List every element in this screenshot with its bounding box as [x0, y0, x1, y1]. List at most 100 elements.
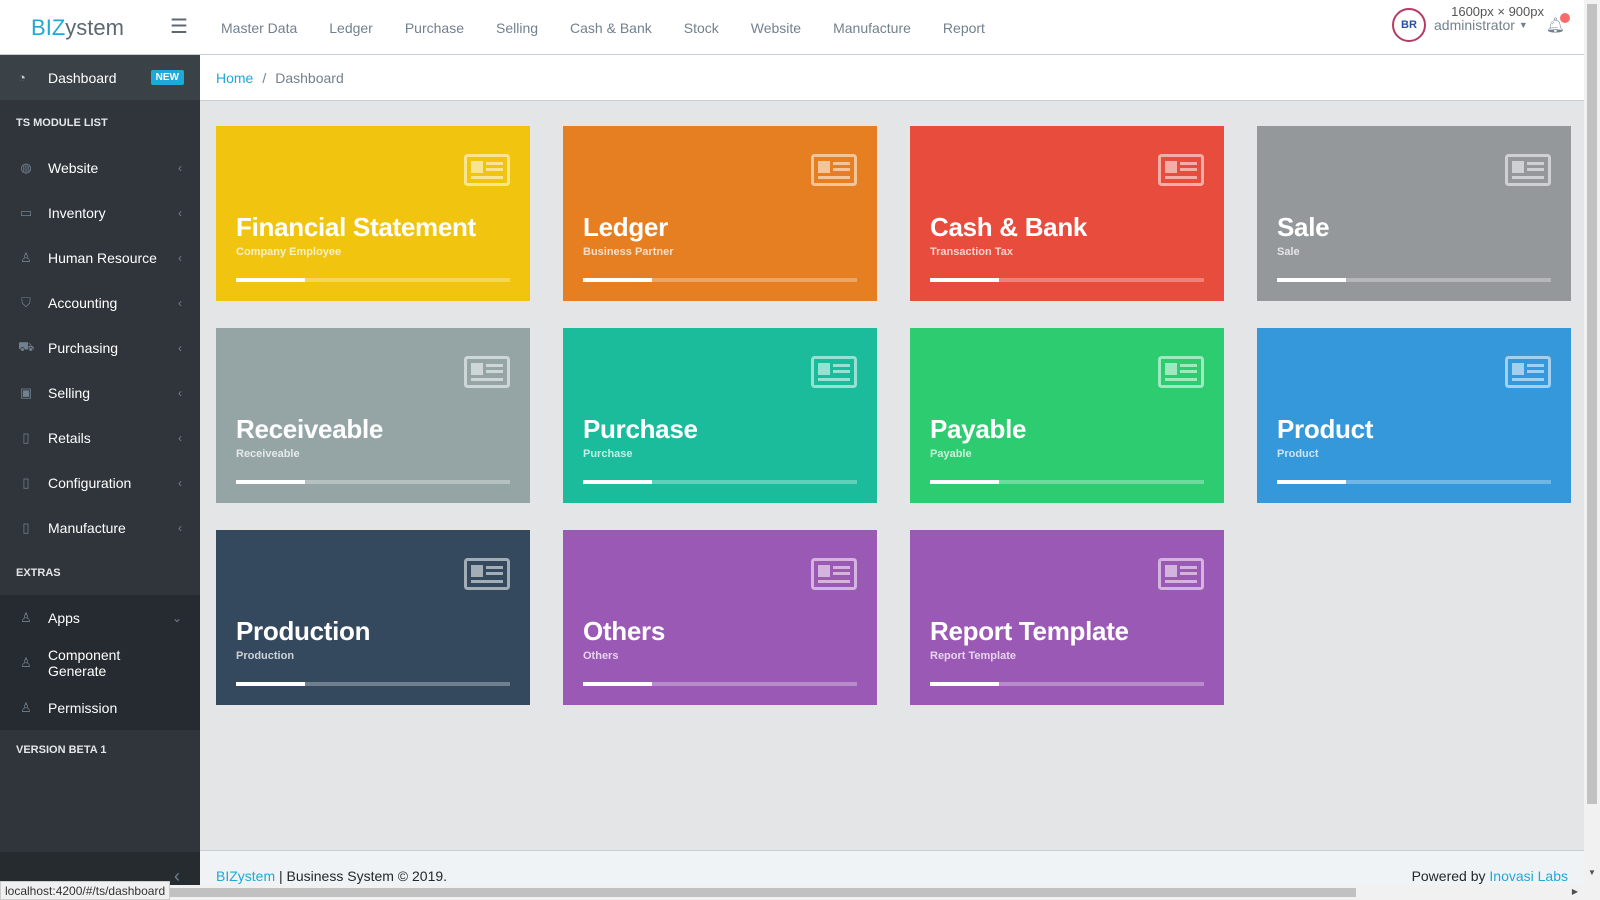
card-subtitle: Sale — [1277, 246, 1300, 258]
sidebar-item-purchasing[interactable]: ⛟ Purchasing ‹ — [0, 325, 200, 370]
credit-card-icon: ▣ — [19, 384, 33, 400]
breadcrumb: Home / Dashboard — [200, 55, 1584, 101]
module-list: ◍ Website ‹ ▭ Inventory ‹ ♙ Human Resource ‹ ⛉ Acc… — [0, 145, 200, 550]
powered-by-label: Powered by — [1411, 868, 1490, 884]
progress-bar — [236, 278, 510, 282]
chevron-left-icon: ‹ — [178, 205, 182, 220]
vertical-scrollbar-thumb[interactable] — [1587, 4, 1597, 804]
topnav-link-report[interactable]: Report — [927, 20, 1001, 36]
card-title: Report Template — [930, 616, 1129, 646]
footer-right: Powered by Inovasi Labs — [1412, 868, 1568, 884]
card-payable[interactable]: Payable Payable — [910, 328, 1224, 503]
progress-bar — [236, 480, 510, 484]
topnav-link-stock[interactable]: Stock — [668, 20, 735, 36]
sidebar-item-component-generate[interactable]: ♙ Component Generate — [0, 640, 200, 685]
sidebar: ◔ Dashboard NEW TS MODULE LIST ◍ Website ‹… — [0, 55, 200, 900]
footer-brand-link[interactable]: BIZystem — [216, 868, 275, 884]
horizontal-scrollbar[interactable]: ▶ — [0, 885, 1600, 900]
user-icon: ♙ — [20, 609, 32, 625]
card-purchase[interactable]: Purchase Purchase — [563, 328, 877, 503]
chevron-left-icon[interactable]: ‹ — [174, 866, 180, 887]
newspaper-icon — [1158, 558, 1204, 590]
card-report-template[interactable]: Report Template Report Template — [910, 530, 1224, 705]
progress-fill — [236, 682, 305, 686]
footer-left: BIZystem | Business System © 2019. — [216, 868, 447, 884]
topnav-link-master-data[interactable]: Master Data — [205, 20, 313, 36]
card-cash-bank[interactable]: Cash & Bank Transaction Tax — [910, 126, 1224, 301]
card-title: Payable — [930, 414, 1027, 444]
chevron-left-icon: ‹ — [178, 475, 182, 490]
menu-toggle-icon[interactable]: ☰ — [170, 16, 190, 38]
progress-bar — [1277, 278, 1551, 282]
sidebar-item-label: Human Resource — [48, 249, 157, 266]
card-subtitle: Report Template — [930, 650, 1016, 662]
globe-icon: ◍ — [20, 159, 32, 175]
sidebar-item-dashboard[interactable]: ◔ Dashboard NEW — [0, 55, 200, 100]
sidebar-item-human-resource[interactable]: ♙ Human Resource ‹ — [0, 235, 200, 280]
breadcrumb-current: Dashboard — [275, 69, 344, 86]
sidebar-item-label: Retails — [48, 429, 91, 446]
sidebar-item-manufacture[interactable]: ▯ Manufacture ‹ — [0, 505, 200, 550]
scroll-right-icon[interactable]: ▶ — [1572, 887, 1578, 896]
brand-logo[interactable]: BIZ ystem — [0, 0, 155, 55]
sidebar-item-website[interactable]: ◍ Website ‹ — [0, 145, 200, 190]
card-receiveable[interactable]: Receiveable Receiveable — [216, 328, 530, 503]
newspaper-icon — [1158, 154, 1204, 186]
sidebar-item-apps[interactable]: ♙ Apps ⌄ — [0, 595, 200, 640]
newspaper-icon — [1505, 356, 1551, 388]
topnav-link-purchase[interactable]: Purchase — [389, 20, 480, 36]
company-link[interactable]: Inovasi Labs — [1489, 868, 1568, 884]
status-bar-url: localhost:4200/#/ts/dashboard — [0, 881, 171, 900]
sidebar-item-configuration[interactable]: ▯ Configuration ‹ — [0, 460, 200, 505]
user-dropdown[interactable]: administrator ▼ — [1434, 17, 1528, 33]
document-icon: ▯ — [22, 474, 30, 490]
card-product[interactable]: Product Product — [1257, 328, 1571, 503]
avatar[interactable]: BR — [1392, 8, 1426, 42]
topnav-link-cash-bank[interactable]: Cash & Bank — [554, 20, 668, 36]
horizontal-scrollbar-thumb[interactable] — [16, 888, 1356, 897]
progress-bar — [930, 480, 1204, 484]
chevron-left-icon: ‹ — [178, 520, 182, 535]
sidebar-item-label: Accounting — [48, 294, 118, 311]
progress-bar — [583, 682, 857, 686]
card-subtitle: Others — [583, 650, 619, 662]
breadcrumb-home[interactable]: Home — [216, 70, 253, 86]
topnav-link-selling[interactable]: Selling — [480, 20, 554, 36]
sidebar-item-inventory[interactable]: ▭ Inventory ‹ — [0, 190, 200, 235]
new-badge: NEW — [150, 70, 184, 85]
sidebar-item-selling[interactable]: ▣ Selling ‹ — [0, 370, 200, 415]
card-financial-statement[interactable]: Financial Statement Company Employee — [216, 126, 530, 301]
extras-list: ♙ Apps ⌄ ♙ Component Generate ♙ Permission — [0, 595, 200, 730]
card-production[interactable]: Production Production — [216, 530, 530, 705]
vertical-scrollbar[interactable]: ▼ — [1584, 0, 1600, 885]
sidebar-item-accounting[interactable]: ⛉ Accounting ‹ — [0, 280, 200, 325]
sidebar-item-permission[interactable]: ♙ Permission — [0, 685, 200, 730]
breadcrumb-separator: / — [262, 69, 267, 86]
topnav-link-ledger[interactable]: Ledger — [313, 20, 389, 36]
progress-fill — [1277, 278, 1346, 282]
newspaper-icon — [811, 154, 857, 186]
username-label: administrator — [1434, 17, 1515, 33]
bell-icon[interactable]: 🔔︎ — [1546, 13, 1570, 34]
card-ledger[interactable]: Ledger Business Partner — [563, 126, 877, 301]
chevron-left-icon: ‹ — [178, 250, 182, 265]
progress-fill — [583, 682, 652, 686]
scroll-down-icon[interactable]: ▼ — [1588, 868, 1596, 877]
card-title: Receiveable — [236, 414, 384, 444]
card-sale[interactable]: Sale Sale — [1257, 126, 1571, 301]
chevron-left-icon: ‹ — [178, 385, 182, 400]
topnav-link-website[interactable]: Website — [735, 20, 817, 36]
sidebar-item-label: Configuration — [48, 474, 132, 491]
user-icon: ♙ — [20, 699, 32, 715]
progress-fill — [930, 682, 999, 686]
folder-icon: ▭ — [19, 204, 33, 220]
card-subtitle: Receiveable — [236, 448, 300, 460]
card-others[interactable]: Others Others — [563, 530, 877, 705]
topnav-link-manufacture[interactable]: Manufacture — [817, 20, 927, 36]
sidebar-item-label: Apps — [48, 609, 80, 626]
sidebar-item-retails[interactable]: ▯ Retails ‹ — [0, 415, 200, 460]
user-icon: ♙ — [20, 249, 32, 265]
progress-bar — [583, 278, 857, 282]
card-title: Sale — [1277, 212, 1330, 242]
card-title: Production — [236, 616, 371, 646]
